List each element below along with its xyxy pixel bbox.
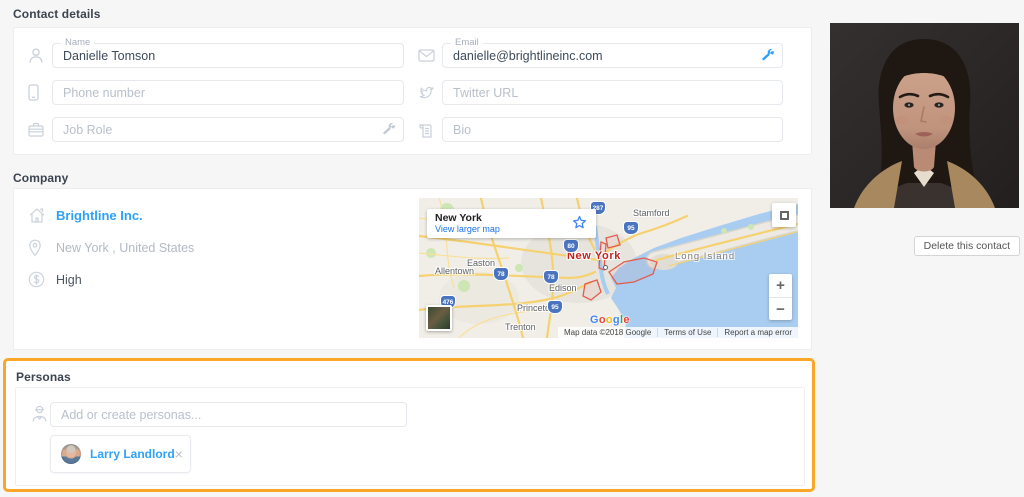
google-logo: Google [590,314,630,326]
delete-contact-button[interactable]: Delete this contact [913,236,1020,256]
map-zoom-in-button[interactable]: + [769,274,792,297]
map-attribution-bar: Map data ©2018 Google Terms of Use Repor… [557,327,798,338]
persona-icon [31,405,48,423]
map-label-trenton: Trenton [505,322,536,332]
persona-name-link[interactable]: Larry Landlord [90,447,175,461]
map-label-stamford: Stamford [633,208,670,218]
remove-persona-icon[interactable]: × [175,447,183,461]
map-zoom-out-button[interactable]: − [769,297,792,320]
user-icon [28,47,52,64]
briefcase-icon [28,122,52,137]
envelope-icon [418,49,442,62]
view-larger-map-link[interactable]: View larger map [435,224,588,235]
map-label-easton: Easton [467,258,496,268]
personas-title: Personas [16,370,71,384]
company-name-link[interactable]: Brightline Inc. [56,208,143,223]
map-zoom-controls: + − [769,274,792,320]
map-label-new-york: New York [567,250,621,262]
map-fullscreen-button[interactable] [772,203,796,227]
twitter-input[interactable] [442,80,783,105]
interstate-shield-78: 78 [494,268,508,280]
job-role-input[interactable] [52,117,404,142]
interstate-shield-95b: 95 [548,301,562,313]
name-field-label: Name [61,37,95,48]
company-revenue-text: High [56,272,82,287]
interstate-shield-78b: 78 [544,271,558,283]
company-card: Brightline Inc. New York , United States… [13,188,812,350]
add-persona-input[interactable] [50,402,407,427]
interstate-shield-95: 95 [624,222,638,234]
mobile-phone-icon [28,84,52,101]
map-info-card: New York View larger map [427,209,596,238]
job-role-field-row [28,117,418,142]
personas-section-highlighted: Personas Larry Landlord × [3,358,815,492]
scroll-icon [418,122,442,138]
email-field-row: Email [418,37,797,68]
company-location-text: New York , United States [56,240,195,255]
twitter-field-row [418,80,797,105]
company-title: Company [13,171,69,185]
dollar-circle-icon [28,271,56,288]
map-save-star-icon[interactable] [572,215,587,230]
map-report-error-link[interactable]: Report a map error [717,328,798,337]
email-wrench-icon[interactable] [762,49,775,62]
map-info-title: New York [435,212,482,224]
name-field-row: Name [28,37,418,68]
persona-avatar [61,444,81,464]
phone-input[interactable] [52,80,404,105]
job-role-wrench-icon[interactable] [383,123,396,136]
interstate-shield-80: 80 [564,240,578,252]
map-label-long-island: Long Island [675,251,736,262]
map-satellite-thumbnail[interactable] [426,305,452,331]
bio-field-row [418,117,797,142]
twitter-icon [418,86,442,100]
email-field-label: Email [451,37,483,48]
email-input[interactable] [442,43,783,68]
map-terms-link[interactable]: Terms of Use [657,328,717,337]
map-label-edison: Edison [549,283,577,293]
personas-card: Larry Landlord × [15,387,805,486]
house-icon [28,207,56,224]
fullscreen-icon [779,210,789,220]
persona-chip[interactable]: Larry Landlord × [50,435,191,473]
contact-photo [830,23,1019,208]
contact-details-title: Contact details [13,7,101,21]
name-input[interactable] [52,43,404,68]
phone-field-row [28,80,418,105]
map-city-marker [603,265,608,270]
map-attribution-text: Map data ©2018 Google [563,328,652,337]
google-map-embed[interactable]: Stamford Allentown Easton Edison Princet… [419,198,798,338]
contact-details-card: Name Email [13,27,812,155]
location-pin-icon [28,239,56,257]
bio-input[interactable] [442,117,783,142]
